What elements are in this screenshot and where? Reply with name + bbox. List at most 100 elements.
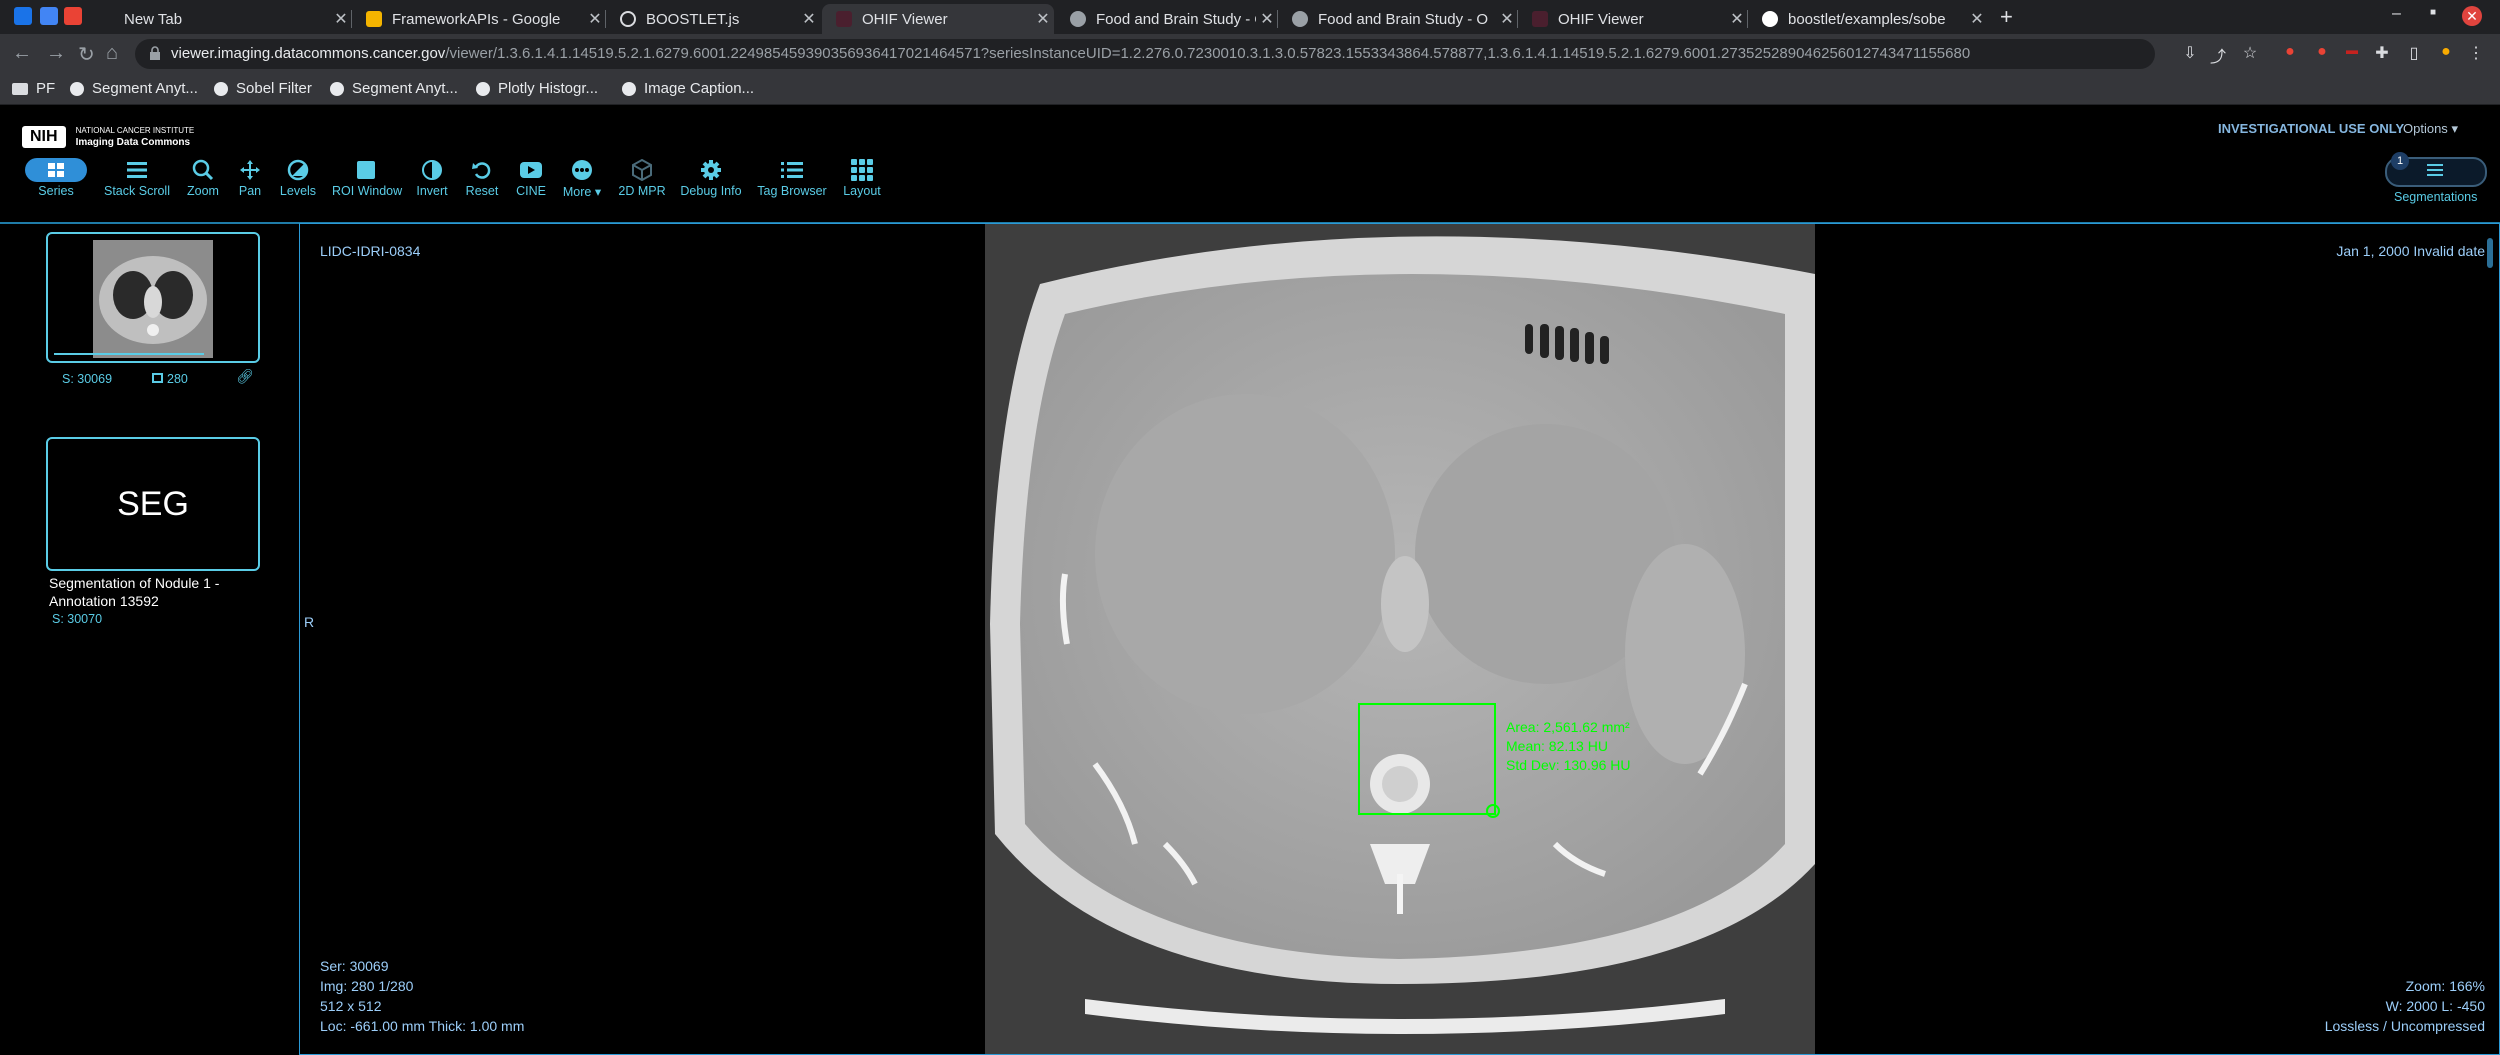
series-thumbnail-ct[interactable] [46,232,260,363]
contrast-icon [414,157,450,183]
reset-button[interactable]: Reset [464,157,500,198]
browser-tab-2[interactable]: BOOSTLET.js ✕ [606,4,820,34]
browser-tab-active[interactable]: OHIF Viewer ✕ [822,4,1054,34]
roi-handle[interactable] [1486,804,1500,818]
close-icon[interactable]: ✕ [1032,9,1054,29]
pan-tool[interactable]: Pan [234,157,266,198]
ohif-icon [836,11,852,27]
series-info: Ser: 30069 [320,958,389,974]
image-viewport[interactable]: Area: 2,561.62 mm² Mean: 82.13 HU Std De… [299,223,2500,1055]
home-icon[interactable]: ⌂ [106,42,118,65]
share-icon[interactable]: ⤴ [2208,43,2228,66]
zoom-tool[interactable]: Zoom [186,157,220,198]
more-dots-icon [560,157,604,183]
tab-title: BOOSTLET.js [646,10,740,28]
tool-label: 2D MPR [618,184,666,198]
tool-label: Debug Info [680,184,742,198]
tag-browser-button[interactable]: Tag Browser [756,157,828,198]
window-level: W: 2000 L: -450 [2385,998,2485,1014]
extension-record-icon[interactable]: ● [2280,43,2300,63]
tab-title: New Tab [124,10,183,28]
stack-scrollbar[interactable] [2487,238,2493,268]
globe-icon [330,81,344,96]
debug-info-button[interactable]: Debug Info [680,157,742,198]
tab-title: boostlet/examples/sobe [1788,10,1946,28]
extension-badge-icon[interactable]: ● [2312,43,2332,63]
tool-label: Levels [279,184,317,198]
close-icon[interactable]: ✕ [330,9,352,29]
bookmark-plotly-histogram[interactable]: Plotly Histogr... [476,80,598,97]
browser-tab-4[interactable]: Food and Brain Study - O ✕ [1056,4,1278,34]
roi-std-label: Std Dev: 130.96 HU [1506,757,1631,773]
layout-button[interactable]: Layout [842,157,882,198]
close-icon[interactable]: ✕ [1726,9,1748,29]
tool-label: Stack Scroll [104,184,170,198]
maximize-icon[interactable]: ■ [2430,7,2436,18]
roi-rectangle-annotation[interactable] [1358,703,1496,815]
browser-tab-1[interactable]: FrameworkAPIs - Google ✕ [352,4,606,34]
globe-icon [620,11,636,27]
extension-red-icon[interactable]: ▬ [2342,43,2362,63]
profile-avatar-icon[interactable]: ● [2436,43,2456,63]
list-icon [2427,164,2443,176]
close-icon[interactable]: ✕ [1256,9,1278,29]
bookmark-sobel-filter[interactable]: Sobel Filter [214,80,312,97]
tool-label: Reset [465,184,499,198]
menu-kebab-icon[interactable]: ⋮ [2466,43,2486,63]
install-app-icon[interactable]: ⇩ [2180,43,2200,63]
ct-axial-slice-image [985,224,1815,1054]
levels-tool[interactable]: Levels [278,157,318,198]
invert-tool[interactable]: Invert [414,157,450,198]
bookmark-star-icon[interactable]: ☆ [2240,43,2260,63]
stack-scroll-tool[interactable]: Stack Scroll [100,157,174,198]
bookmarks-bar: PF Segment Anyt... Sobel Filter Segment … [0,74,2500,105]
segmentation-thumbnail[interactable]: SEG [46,437,260,571]
stack-icon [152,373,163,383]
back-arrow-icon[interactable]: ← [12,42,32,65]
more-tools-menu[interactable]: More ▾ [560,157,604,199]
close-icon[interactable]: ✕ [1496,9,1518,29]
list-icon [756,157,828,183]
reload-icon[interactable]: ↻ [78,42,95,67]
bookmark-folder-pf[interactable]: PF [12,80,55,97]
close-icon[interactable]: ✕ [584,9,606,29]
caret-down-icon: ▾ [594,185,602,199]
segmentation-description: Segmentation of Nodule 1 - Annotation 13… [49,575,220,609]
bookmark-image-caption[interactable]: Image Caption... [622,80,754,97]
window-close-icon[interactable]: ✕ [2462,6,2482,26]
minimize-icon[interactable]: – [2392,5,2401,23]
bookmark-segment-anything-2[interactable]: Segment Anyt... [330,80,458,97]
close-icon[interactable]: ✕ [1966,9,1988,29]
new-tab-plus-icon[interactable]: + [2000,4,2013,30]
gear-icon [680,157,742,183]
roi-mean-label: Mean: 82.13 HU [1506,738,1608,754]
pinned-tab-docs-icon[interactable] [40,7,58,25]
thumbnail-progress-bar [54,353,204,355]
sidepanel-icon[interactable]: ▯ [2404,43,2424,63]
tool-label: ROI Window [332,184,403,198]
browser-tab-0[interactable]: New Tab ✕ [84,4,352,34]
pinned-tab-gmail-icon[interactable] [64,7,82,25]
browser-tab-5[interactable]: Food and Brain Study - O ✕ [1278,4,1518,34]
series-button[interactable]: Series [24,157,88,198]
image-dimensions: 512 x 512 [320,998,382,1014]
globe-icon [622,81,636,96]
cine-button[interactable]: CINE [514,157,548,198]
forward-arrow-icon[interactable]: → [46,42,66,65]
options-menu[interactable]: Options ▾ [2403,121,2458,137]
bookmark-segment-anything-1[interactable]: Segment Anyt... [70,80,198,97]
browser-tab-7[interactable]: boostlet/examples/sobe ✕ [1748,4,1988,34]
roi-window-tool[interactable]: ROI Window [332,157,403,198]
mpr-button[interactable]: 2D MPR [618,157,666,198]
pinned-tab-outlook-icon[interactable] [14,7,32,25]
link-icon[interactable]: 🔗︎ [236,368,254,385]
cube-icon [618,157,666,183]
ct-thumbnail-image [93,240,213,358]
series-thumbnail-panel: S: 30069 280 🔗︎ SEG Segmentation of Nodu… [0,224,298,1055]
browser-tab-6[interactable]: OHIF Viewer ✕ [1518,4,1748,34]
nih-idc-logo[interactable]: NIH NATIONAL CANCER INSTITUTE Imaging Da… [22,125,194,149]
url-bar[interactable]: viewer.imaging.datacommons.cancer.gov/vi… [135,39,2155,69]
close-icon[interactable]: ✕ [798,9,820,29]
orientation-marker-left: R [304,614,315,630]
extensions-puzzle-icon[interactable]: ✚ [2372,43,2392,63]
